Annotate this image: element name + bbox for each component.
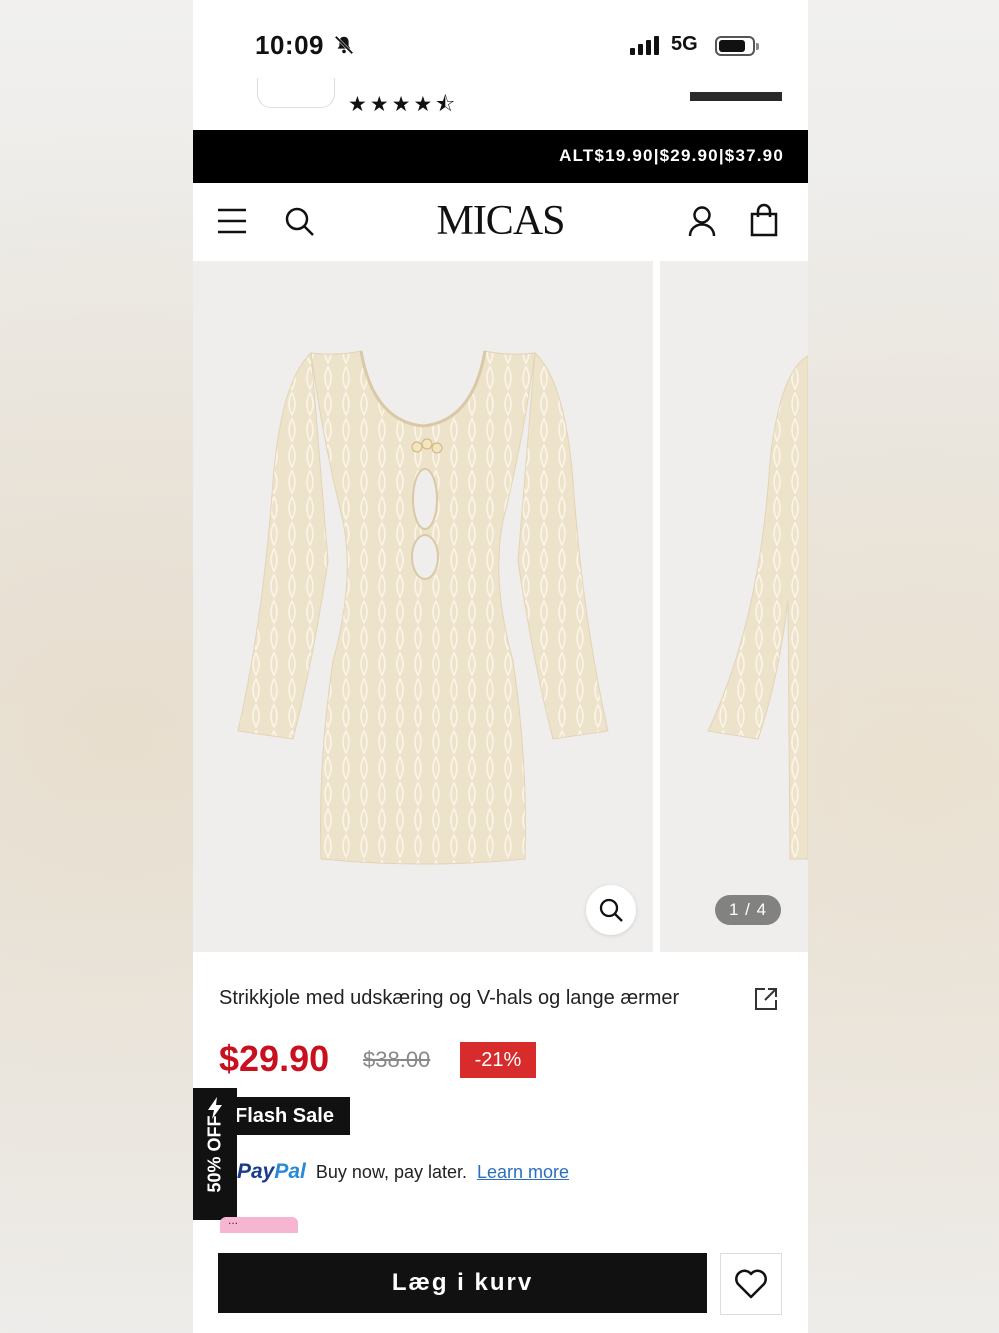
promo-text: ALT$19.90|$29.90|$37.90 (559, 146, 784, 165)
signal-icon (630, 36, 659, 55)
paypal-installment: PayPal Buy now, pay later. Learn more (237, 1160, 569, 1184)
rating-pill (257, 78, 335, 108)
flash-sale-label: Flash Sale (221, 1097, 350, 1135)
dress-image-next (707, 355, 808, 860)
bell-slash-icon (334, 35, 354, 55)
flash-sale-ribbon[interactable]: 50% OFF (193, 1088, 237, 1220)
product-gallery[interactable]: 1 / 4 (193, 259, 808, 952)
original-price: $38.00 (363, 1047, 431, 1072)
network-label: 5G (671, 33, 698, 55)
image-counter: 1 / 4 (715, 895, 781, 925)
account-icon[interactable] (687, 205, 717, 237)
add-to-cart-button[interactable]: Læg i kurv (218, 1253, 707, 1313)
zoom-icon (599, 898, 623, 922)
battery-icon (715, 36, 759, 56)
share-icon[interactable] (753, 986, 779, 1012)
sale-price: $29.90 (219, 1038, 330, 1079)
scrolled-header-remnant: ★★★★⯪ (193, 78, 808, 130)
top-navigation: MICAS (193, 183, 808, 259)
status-bar: 10:09 5G (193, 0, 808, 84)
product-title: Strikkjole med udskæring og V-hals og la… (219, 987, 680, 1009)
ribbon-label: 50% OFF (204, 1115, 225, 1193)
phone-screen: 10:09 5G ★★★★⯪ ALT$19.90|$29.90|$37.90 M… (193, 0, 808, 1333)
promo-bar[interactable]: ALT$19.90|$29.90|$37.90 (193, 130, 808, 183)
paypal-logo: PayPal (237, 1160, 306, 1183)
rating-stars: ★★★★⯪ (348, 93, 459, 116)
discount-badge: -21% (460, 1042, 536, 1078)
product-image-main[interactable] (193, 261, 653, 952)
zoom-button[interactable] (586, 885, 636, 935)
pink-tag (220, 1213, 298, 1233)
product-image-next[interactable] (660, 261, 808, 952)
dress-image (237, 350, 609, 865)
learn-more-link[interactable]: Learn more (477, 1162, 569, 1183)
wishlist-button[interactable] (720, 1253, 782, 1315)
tab-indicator (690, 92, 782, 101)
bottom-action-bar: Læg i kurv (193, 1233, 808, 1333)
heart-icon (735, 1269, 767, 1299)
status-time: 10:09 (255, 30, 324, 60)
bag-icon[interactable] (749, 203, 779, 237)
paypal-text: Buy now, pay later. (315, 1162, 467, 1182)
